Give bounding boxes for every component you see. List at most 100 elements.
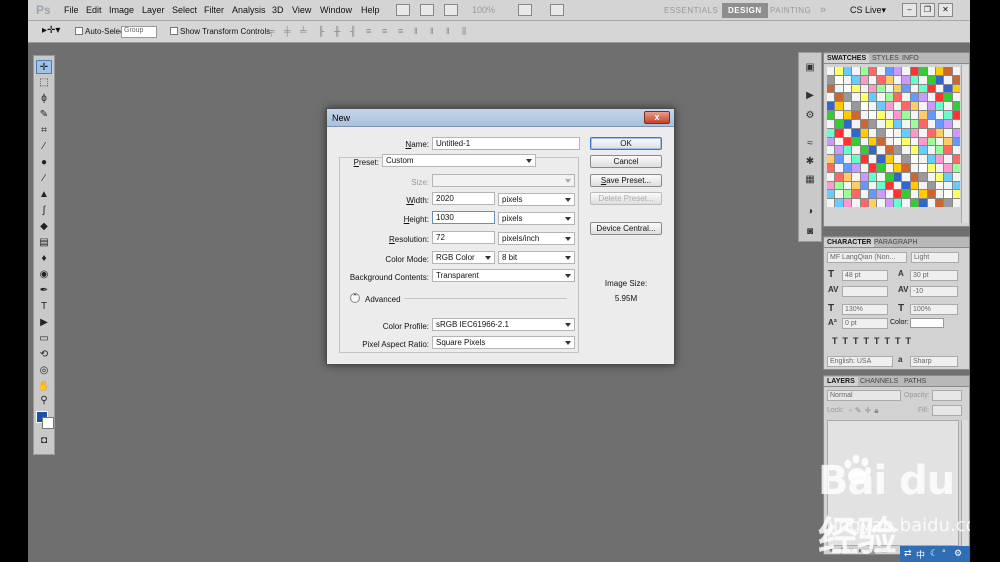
swatch[interactable] [919,181,927,190]
swatch[interactable] [902,67,910,75]
swatch[interactable] [835,137,843,146]
swatch[interactable] [952,137,960,146]
fill-field[interactable] [932,405,962,416]
swatch[interactable] [868,119,877,128]
swatch[interactable] [902,128,910,137]
adjustments-icon[interactable]: ≈ [803,137,817,150]
device-central-button[interactable]: Device Central... [590,222,662,235]
swatch[interactable] [952,93,960,102]
masks-icon[interactable]: ◑ [803,205,817,218]
swatch[interactable] [852,181,860,190]
swatch[interactable] [885,111,893,119]
align-left-icon[interactable]: ╟ [318,26,328,37]
history-icon[interactable]: ⚙ [803,109,817,122]
swatch[interactable] [843,172,852,181]
bit-depth-dropdown[interactable]: 8 bit [498,251,575,264]
swatch[interactable] [827,111,835,119]
swatch[interactable] [827,67,835,75]
language-field[interactable]: English: USA [827,356,893,367]
swatch[interactable] [944,181,952,190]
swatch[interactable] [852,137,860,146]
swatch[interactable] [952,190,960,199]
swatch[interactable] [952,181,960,190]
swatch[interactable] [885,190,893,199]
3d-rotate-tool-icon[interactable]: ⟲ [36,348,52,362]
swatch[interactable] [885,119,893,128]
swatch[interactable] [860,146,868,155]
swatch[interactable] [944,102,952,111]
swatch[interactable] [935,137,944,146]
swatch[interactable] [927,75,935,84]
bridge-icon[interactable] [396,4,410,16]
pen-tool-icon[interactable]: ✒ [36,284,52,298]
swatch[interactable] [868,111,877,119]
swatch[interactable] [902,93,910,102]
swatch[interactable] [868,190,877,199]
swatch[interactable] [852,84,860,93]
tab-character[interactable]: CHARACTER [824,238,875,247]
swatch[interactable] [927,128,935,137]
swatch[interactable] [860,199,868,207]
resolution-unit-dropdown[interactable]: pixels/inch [498,232,575,245]
swatch[interactable] [852,111,860,119]
path-select-tool-icon[interactable]: ▶ [36,316,52,330]
swatch[interactable] [919,111,927,119]
lasso-tool-icon[interactable]: ϕ [36,92,52,106]
swatch[interactable] [894,67,902,75]
swatch[interactable] [927,181,935,190]
swatch[interactable] [902,137,910,146]
tab-swatches[interactable]: SWATCHES [824,54,870,63]
swatch[interactable] [868,67,877,75]
actions-icon[interactable]: ▶ [803,89,817,102]
swatch[interactable] [910,163,919,172]
swatch[interactable] [827,199,835,207]
swatch[interactable] [894,155,902,163]
swatch[interactable] [919,75,927,84]
swatch[interactable] [835,163,843,172]
swatch[interactable] [843,181,852,190]
swatch[interactable] [885,181,893,190]
swatch[interactable] [935,128,944,137]
swatch[interactable] [944,119,952,128]
swatch[interactable] [827,128,835,137]
swatch[interactable] [910,146,919,155]
swatch[interactable] [852,119,860,128]
quick-mask-icon[interactable]: ◘ [36,434,52,448]
tab-info[interactable]: INFO [899,54,922,63]
swatch[interactable] [877,172,885,181]
swatch[interactable] [877,190,885,199]
swatch[interactable] [835,181,843,190]
font-family-field[interactable]: MF LangQian (Non... [827,252,907,263]
font-size-field[interactable]: 48 pt [842,270,888,281]
swatch[interactable] [835,128,843,137]
tab-layers[interactable]: LAYERS [824,377,858,386]
swatch[interactable] [927,119,935,128]
swatch[interactable] [919,137,927,146]
swatch[interactable] [935,146,944,155]
horizontal-scale-field[interactable]: 100% [910,304,958,315]
swatch[interactable] [843,128,852,137]
swatch[interactable] [919,172,927,181]
swatch[interactable] [944,93,952,102]
swatch[interactable] [952,146,960,155]
swatch[interactable] [935,84,944,93]
distribute-bottom-icon[interactable]: ≡ [398,26,408,37]
tab-styles[interactable]: STYLES [869,54,902,63]
resolution-input[interactable]: 72 [432,231,495,244]
swatch[interactable] [843,67,852,75]
kerning-field[interactable] [842,286,888,297]
move-tool-preset-icon[interactable]: ▸✛▾ [42,25,60,36]
baseline-shift-field[interactable]: 0 pt [842,318,888,329]
width-unit-dropdown[interactable]: pixels [498,193,575,206]
swatch[interactable] [868,93,877,102]
distribute-vcenter-icon[interactable]: ≡ [382,26,392,37]
swatch[interactable] [894,111,902,119]
swatch[interactable] [860,137,868,146]
swatch[interactable] [919,67,927,75]
tab-paragraph[interactable]: PARAGRAPH [871,238,920,247]
swatch[interactable] [843,199,852,207]
menu-edit[interactable]: Edit [86,5,102,15]
swatch[interactable] [952,172,960,181]
swatch[interactable] [877,199,885,207]
swatch[interactable] [927,155,935,163]
